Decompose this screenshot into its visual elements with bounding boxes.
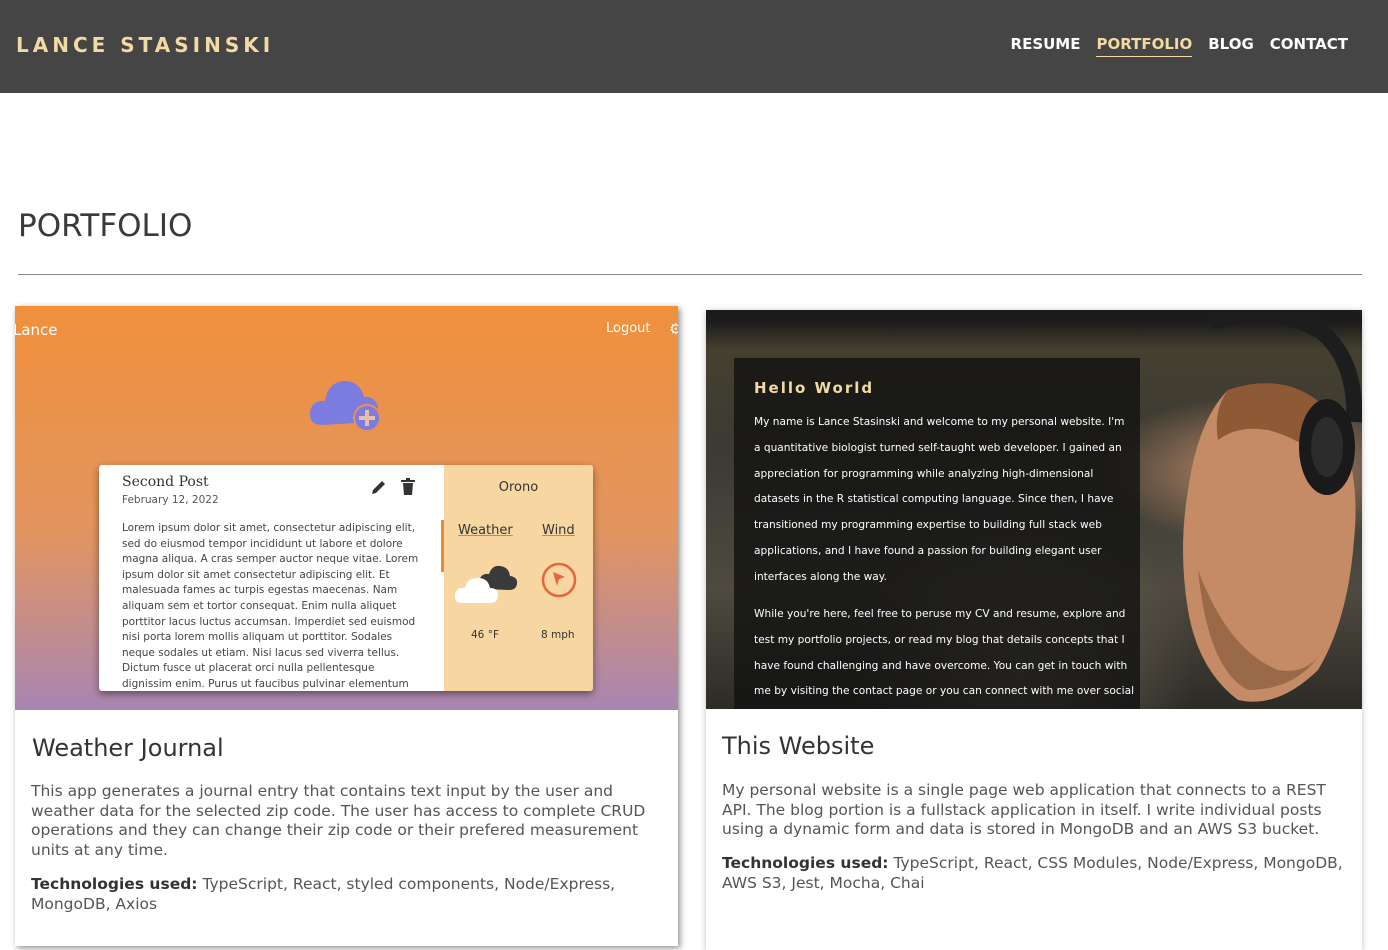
post-date: February 12, 2022 xyxy=(122,494,219,506)
tab-wind: Wind xyxy=(542,523,575,538)
hero-paragraph-2: While you're here, feel free to peruse m… xyxy=(754,608,1135,698)
temperature-value: 46 °F xyxy=(471,629,499,641)
wind-speed-value: 8 mph xyxy=(541,629,575,641)
active-tab-indicator xyxy=(441,520,444,572)
project-title[interactable]: This Website xyxy=(722,732,874,760)
main-nav: RESUME PORTFOLIO BLOG CONTACT xyxy=(1011,35,1348,57)
project-description: My personal website is a single page web… xyxy=(722,781,1326,838)
page-title: PORTFOLIO xyxy=(18,208,193,244)
tech-label: Technologies used: xyxy=(31,875,198,893)
nav-item-resume[interactable]: RESUME xyxy=(1011,35,1081,57)
cloud-icon xyxy=(454,561,520,611)
post-title: Second Post xyxy=(122,474,209,490)
nav-item-blog[interactable]: BLOG xyxy=(1208,35,1254,57)
gear-icon: ⚙ xyxy=(669,320,678,338)
project-title[interactable]: Weather Journal xyxy=(32,734,224,762)
project-description: This app generates a journal entry that … xyxy=(31,782,646,859)
compass-icon xyxy=(540,561,578,603)
post-body: Lorem ipsum dolor sit amet, consectetur … xyxy=(122,522,419,690)
nav-item-contact[interactable]: CONTACT xyxy=(1270,35,1348,57)
project-screenshot[interactable]: Lance Logout ⚙ Second Post February 12, … xyxy=(15,306,678,710)
title-divider xyxy=(18,274,1362,275)
edit-icon xyxy=(370,478,388,500)
project-technologies: Technologies used: TypeScript, React, st… xyxy=(31,875,651,914)
nav-item-portfolio[interactable]: PORTFOLIO xyxy=(1096,35,1193,57)
project-technologies: Technologies used: TypeScript, React, CS… xyxy=(722,854,1350,893)
location-label: Orono xyxy=(498,480,539,495)
app-brand: Lance xyxy=(15,321,58,339)
headphones-photo xyxy=(1192,310,1362,516)
project-card-this-website[interactable]: Hello World My name is Lance Stasinski a… xyxy=(706,310,1362,950)
weather-panel: Orono Weather Wind 46 °F 8 mph xyxy=(441,465,593,691)
trash-icon xyxy=(400,478,416,500)
project-screenshot[interactable]: Hello World My name is Lance Stasinski a… xyxy=(706,310,1362,709)
logout-link: Logout xyxy=(606,321,651,336)
brand-logo[interactable]: LANCE STASINSKI xyxy=(16,33,274,57)
journal-entry-card: Second Post February 12, 2022 Lorem ipsu… xyxy=(99,465,593,691)
top-nav-bar: LANCE STASINSKI RESUME PORTFOLIO BLOG CO… xyxy=(0,0,1388,93)
project-card-weather-journal[interactable]: Lance Logout ⚙ Second Post February 12, … xyxy=(15,306,678,946)
hero-heading: Hello World xyxy=(754,379,875,397)
tech-label: Technologies used: xyxy=(722,854,889,872)
cloud-add-icon xyxy=(308,370,388,438)
tab-weather: Weather xyxy=(458,523,513,538)
hero-paragraph-1: My name is Lance Stasinski and welcome t… xyxy=(754,416,1125,583)
